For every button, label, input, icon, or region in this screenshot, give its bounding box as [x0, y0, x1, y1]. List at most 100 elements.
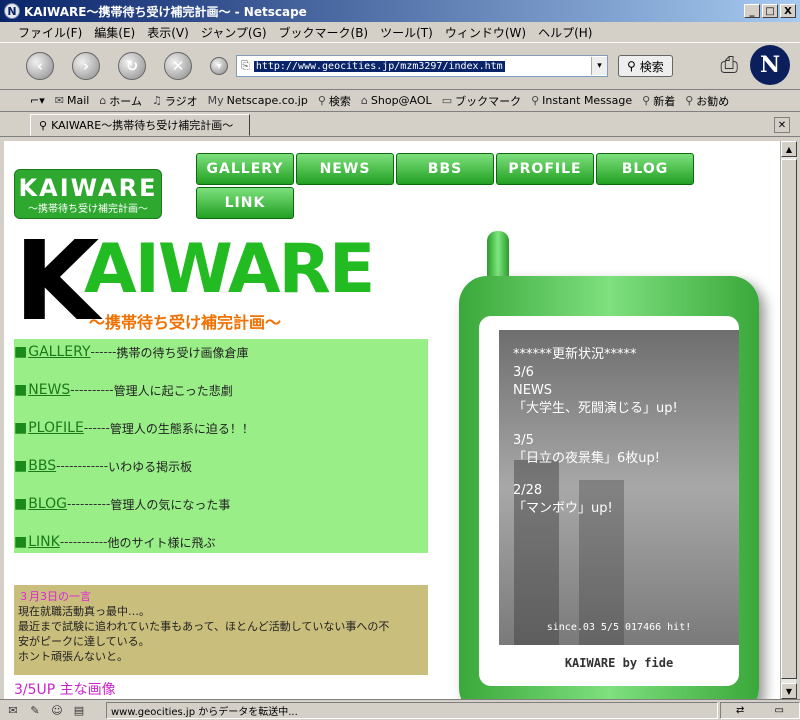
my-icon: My — [207, 94, 224, 107]
netscape-app-icon: N — [4, 3, 20, 19]
nav-blog-button[interactable]: BLOG — [596, 153, 694, 185]
personal-item-home[interactable]: ⌂ ホーム — [99, 93, 142, 109]
update-line: 「マンボウ」up! — [513, 501, 613, 516]
menu-desc: 携帯の待ち受け画像倉庫 — [116, 345, 249, 360]
magnifier-icon: ⚲ — [627, 59, 636, 73]
address-book-icon[interactable]: ▤ — [70, 702, 88, 718]
folder-icon: ▭ — [441, 94, 453, 107]
page-icon: ⎘ — [241, 59, 250, 72]
maximize-button[interactable]: □ — [762, 4, 778, 18]
menu-dash: ------ — [90, 345, 117, 359]
lock-icon[interactable]: ▭ — [775, 705, 784, 716]
diary-line: ホント頑張んないと。 — [18, 650, 128, 663]
content-menu: ■ GALLERY ------ 携帯の待ち受け画像倉庫 ■ NEWS ----… — [14, 339, 428, 553]
vertical-scrollbar[interactable]: ▲ ▼ — [780, 141, 797, 699]
stop-button[interactable]: ✕ — [164, 52, 192, 80]
scroll-thumb[interactable] — [781, 159, 797, 679]
bullet-square-icon: ■ — [14, 458, 28, 474]
nav-link-button[interactable]: LINK — [196, 187, 294, 219]
menu-tools[interactable]: ツール(T) — [380, 24, 433, 41]
menu-edit[interactable]: 編集(E) — [94, 24, 135, 41]
page-viewport: KAIWARE ～携帯待ち受け補完計画～ GALLERY NEWS BBS PR… — [4, 141, 780, 699]
update-line: NEWS — [513, 383, 553, 398]
status-bar: ✉ ✎ ☺ ▤ www.geocities.jp からデータを転送中... ⇄ … — [0, 699, 800, 720]
phone-screen-frame: ******更新状況***** 3/6 NEWS 「大学生、死闘演じる」up! … — [479, 316, 739, 686]
menu-dash: ---------- — [70, 383, 114, 397]
personal-item-bookmarks[interactable]: ▭ ブックマーク — [442, 93, 521, 109]
mail-status-icon[interactable]: ✉ — [4, 702, 22, 718]
forward-button[interactable]: › — [72, 52, 100, 80]
back-button[interactable]: ‹ — [26, 52, 54, 80]
personal-toolbar: ⌐▾ ✉ Mail ⌂ ホーム ♫ ラジオ My Netscape.co.jp ⚲ 検索 … — [0, 90, 800, 112]
url-dropdown-icon[interactable]: ▾ — [591, 57, 607, 75]
menu-link-profile[interactable]: PLOFILE — [28, 420, 84, 436]
menu-link-link[interactable]: LINK — [28, 534, 60, 550]
tab-kaiware[interactable]: ⚲ KAIWARE～携帯待ち受け補完計画～ — [30, 114, 250, 136]
menu-link-news[interactable]: NEWS — [28, 382, 70, 398]
personal-item-shop[interactable]: ⌂ Shop@AOL — [361, 94, 432, 107]
personal-item-im[interactable]: ⚲ Instant Message — [531, 94, 632, 107]
scroll-down-icon[interactable]: ▼ — [781, 683, 797, 699]
bullet-square-icon: ■ — [14, 382, 28, 398]
menu-link-gallery[interactable]: GALLERY — [28, 344, 90, 360]
site-logo[interactable]: KAIWARE ～携帯待ち受け補完計画～ — [14, 169, 162, 219]
print-icon[interactable]: ⎙ — [720, 53, 738, 78]
url-text[interactable]: http://www.geocities.jp/mzm3297/index.ht… — [253, 60, 505, 72]
bullet-square-icon: ■ — [14, 420, 28, 436]
menu-desc: いわゆる掲示板 — [108, 459, 193, 474]
site-logo-title: KAIWARE — [18, 174, 158, 202]
site-nav-row1: GALLERY NEWS BBS PROFILE BLOG — [196, 153, 696, 185]
menu-view[interactable]: 表示(V) — [147, 24, 189, 41]
menu-window[interactable]: ウィンドウ(W) — [445, 24, 526, 41]
menu-bookmarks[interactable]: ブックマーク(B) — [279, 24, 369, 41]
diary-heading: ３月3日の一言 — [18, 590, 91, 603]
menu-link-blog[interactable]: BLOG — [28, 496, 67, 512]
menu-desc: 管理人の気になった事 — [110, 497, 231, 512]
tab-label: KAIWARE～携帯待ち受け補完計画～ — [51, 119, 234, 132]
nav-profile-button[interactable]: PROFILE — [496, 153, 594, 185]
history-dropdown-button[interactable]: ▾ — [210, 57, 228, 75]
menu-dash: ---------- — [67, 497, 111, 511]
bookmark-icon: ⚲ — [531, 94, 540, 107]
scroll-up-icon[interactable]: ▲ — [781, 141, 797, 157]
personal-item-mail[interactable]: ✉ Mail — [55, 94, 90, 107]
diary-line: 安がピークに達している。 — [18, 635, 150, 648]
diary-line: 現在就職活動真っ最中…。 — [18, 605, 150, 618]
personal-item-radio[interactable]: ♫ ラジオ — [152, 93, 198, 109]
phone-screen: ******更新状況***** 3/6 NEWS 「大学生、死闘演じる」up! … — [499, 330, 739, 645]
netscape-logo[interactable]: N — [750, 45, 790, 85]
composer-icon[interactable]: ✎ — [26, 702, 44, 718]
menu-help[interactable]: ヘルプ(H) — [538, 24, 592, 41]
update-header: ******更新状況***** — [513, 347, 637, 362]
minimize-button[interactable]: _ — [744, 4, 760, 18]
nav-bbs-button[interactable]: BBS — [396, 153, 494, 185]
personal-item-new[interactable]: ⚲ 新着 — [642, 93, 675, 109]
home-icon: ⌂ — [99, 94, 107, 107]
menu-go[interactable]: ジャンプ(G) — [201, 24, 267, 41]
menu-row-gallery: ■ GALLERY ------ 携帯の待ち受け画像倉庫 — [14, 343, 249, 361]
tab-page-icon: ⚲ — [39, 118, 48, 132]
menu-row-link: ■ LINK ----------- 他のサイト様に飛ぶ — [14, 533, 215, 551]
nav-news-button[interactable]: NEWS — [296, 153, 394, 185]
update-heading: 3/5UP 主な画像 — [14, 682, 116, 698]
search-button[interactable]: ⚲ 検索 — [618, 55, 673, 77]
reload-button[interactable]: ↻ — [118, 52, 146, 80]
personal-item-netscape[interactable]: My Netscape.co.jp — [208, 94, 308, 107]
im-icon[interactable]: ☺ — [48, 702, 66, 718]
tab-close-button[interactable]: ✕ — [774, 117, 790, 133]
menu-file[interactable]: ファイル(F) — [18, 24, 82, 41]
title-subtitle: ～携帯待ち受け補完計画～ — [89, 313, 282, 332]
site-logo-subtitle: ～携帯待ち受け補完計画～ — [28, 204, 148, 215]
title-bar: N KAIWARE～携帯待ち受け補完計画～ - Netscape _ □ X — [0, 0, 800, 22]
close-button[interactable]: X — [780, 4, 796, 18]
url-bar[interactable]: ⎘ http://www.geocities.jp/mzm3297/index.… — [236, 55, 608, 77]
personal-item-recommend[interactable]: ⚲ お勧め — [685, 93, 729, 109]
diary-box: ３月3日の一言 現在就職活動真っ最中…。 最近まで試験に追われていた事もあって、… — [14, 585, 428, 675]
personal-item-search[interactable]: ⚲ 検索 — [318, 93, 351, 109]
toolbar-menu-icon[interactable]: ⌐▾ — [30, 94, 45, 107]
nav-gallery-button[interactable]: GALLERY — [196, 153, 294, 185]
update-line: 「大学生、死闘演じる」up! — [513, 401, 678, 416]
menu-desc: 他のサイト様に飛ぶ — [107, 535, 216, 550]
menu-link-bbs[interactable]: BBS — [28, 458, 56, 474]
phone-brand: KAIWARE by fide — [564, 656, 674, 670]
